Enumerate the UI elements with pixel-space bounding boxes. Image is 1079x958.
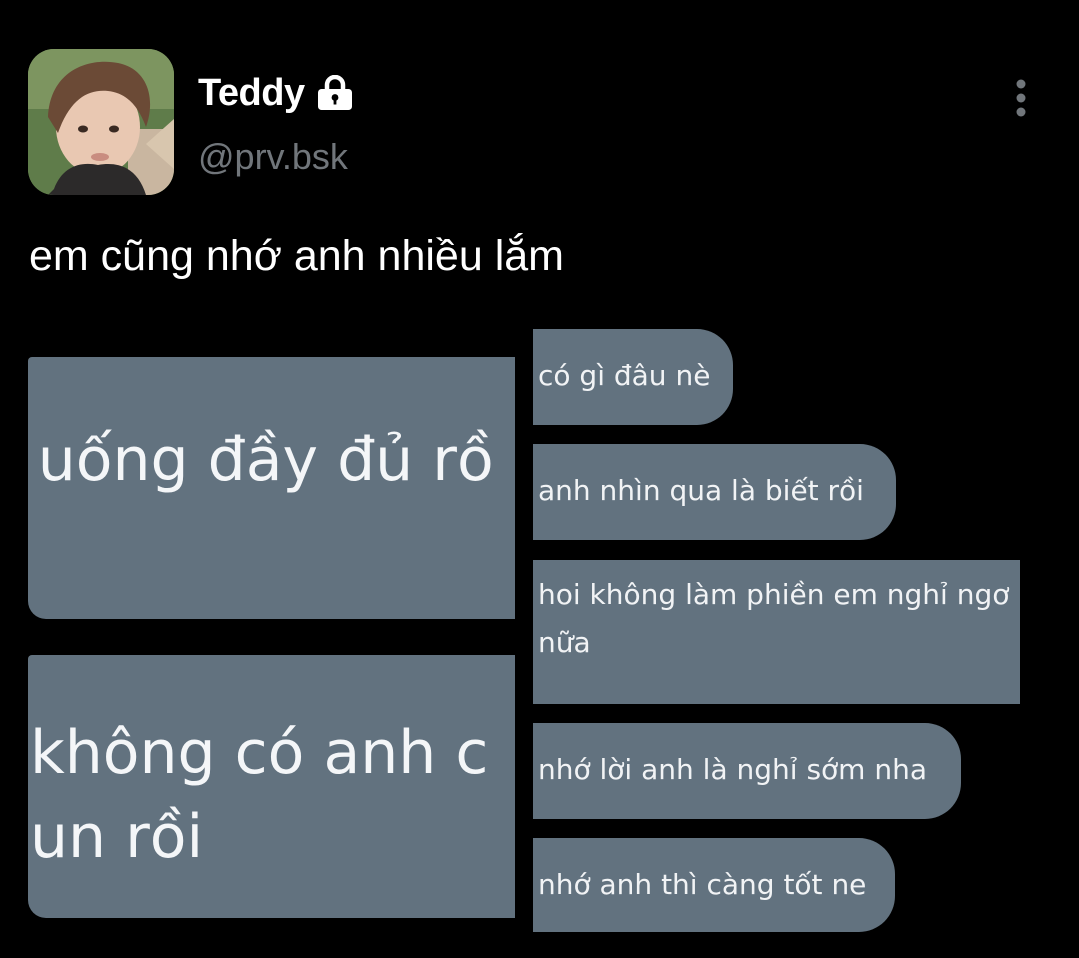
chat-crop-top: ı uống đầy đủ rồ	[28, 357, 515, 619]
display-name-text: Teddy	[198, 71, 305, 114]
chat-bubble-text: nữa	[538, 626, 591, 659]
author-handle[interactable]: @prv.bsk	[198, 136, 348, 178]
profile-photo	[28, 49, 174, 195]
more-options-button[interactable]	[1002, 78, 1040, 118]
chat-bubble: có gì đâu nè	[533, 329, 733, 425]
chat-crop-text: un rồi	[30, 802, 204, 872]
chat-bubble-text: anh nhìn qua là biết rồi	[538, 474, 864, 507]
more-vertical-icon	[1016, 79, 1026, 117]
chat-bubble-text: có gì đâu nè	[538, 359, 711, 392]
avatar[interactable]	[28, 49, 174, 195]
author-name[interactable]: Teddy	[198, 70, 355, 116]
chat-bubble: nhớ lời anh là nghỉ sớm nha	[533, 723, 961, 819]
chat-crop-text: ı uống đầy đủ rồ	[28, 425, 494, 495]
chat-bubble-text: nhớ lời anh là nghỉ sớm nha	[538, 753, 927, 786]
chat-bubble: nhớ anh thì càng tốt ne	[533, 838, 895, 932]
chat-bubble-text: hoi không làm phiền em nghỉ ngơ	[538, 578, 1010, 611]
lock-icon	[317, 75, 352, 110]
chat-bubble-text: nhớ anh thì càng tốt ne	[538, 868, 867, 901]
tweet-media-image[interactable]: ı uống đầy đủ rồ không có anh c un rồi c…	[28, 326, 1028, 936]
tweet-text: em cũng nhớ anh nhiều lắm	[29, 232, 564, 280]
chat-bubble: hoi không làm phiền em nghỉ ngơ nữa	[533, 560, 1020, 704]
chat-bubble: anh nhìn qua là biết rồi	[533, 444, 896, 540]
chat-crop-bottom: không có anh c un rồi	[28, 655, 515, 918]
chat-crop-text: không có anh c	[30, 718, 489, 788]
